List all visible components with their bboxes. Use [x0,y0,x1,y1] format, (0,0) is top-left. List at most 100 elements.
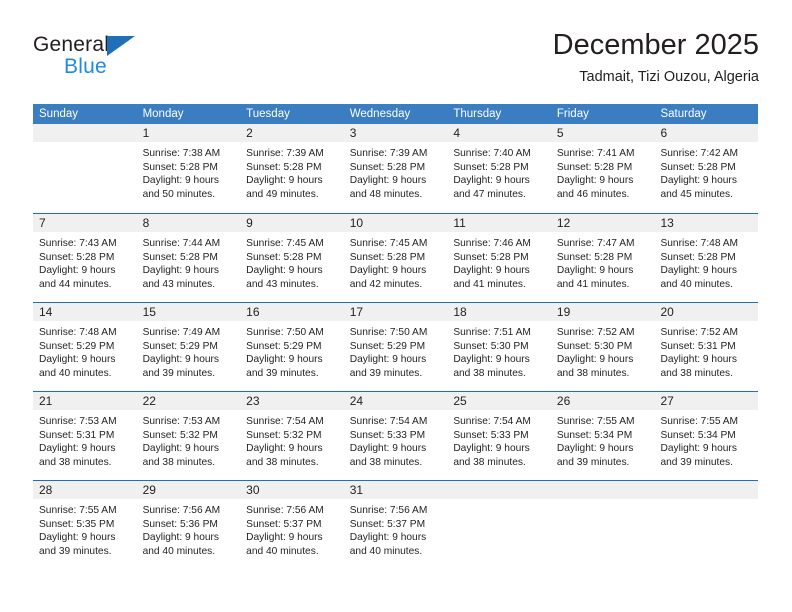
day-detail-line: Daylight: 9 hours [39,532,116,544]
day-number-band: 10 [343,214,448,232]
day-number-band: 13 [654,214,759,232]
day-cell-26[interactable]: 26 Sunrise: 7:55 AM Sunset: 5:34 PM Dayligh… [550,392,655,480]
day-detail-line: Sunrise: 7:56 AM [142,505,221,516]
day-detail-line: Sunrise: 7:55 AM [660,416,739,427]
day-cell-5[interactable]: 5 Sunrise: 7:41 AM Sunset: 5:28 PM Daylight… [550,124,655,213]
day-detail-line: Daylight: 9 hours [660,354,737,366]
day-cell-13[interactable]: 13 Sunrise: 7:48 AM Sunset: 5:28 PM Dayligh… [654,214,759,302]
day-details: Sunrise: 7:39 AM Sunset: 5:28 PM Daylight:… [344,142,448,201]
day-detail-line: Sunset: 5:30 PM [453,340,529,352]
day-number-band: 18 [447,303,551,321]
day-detail-line: and 38 minutes. [246,456,319,468]
day-number-band: 30 [240,481,344,499]
day-details: Sunrise: 7:56 AM Sunset: 5:37 PM Daylight:… [240,499,344,558]
day-detail-line: and 48 minutes. [349,188,423,200]
general-blue-logo[interactable]: General Blue [33,33,213,88]
day-number: 20 [660,305,674,319]
day-cell-24[interactable]: 24 Sunrise: 7:54 AM Sunset: 5:33 PM Dayligh… [343,392,448,480]
day-cell-14[interactable]: 14 Sunrise: 7:48 AM Sunset: 5:29 PM Dayligh… [33,303,137,391]
day-cell-12[interactable]: 12 Sunrise: 7:47 AM Sunset: 5:28 PM Dayligh… [550,214,655,302]
day-detail-line: and 42 minutes. [349,278,423,290]
day-details: Sunrise: 7:38 AM Sunset: 5:28 PM Daylight:… [137,142,241,201]
day-cell-7[interactable]: 7 Sunrise: 7:43 AM Sunset: 5:28 PM Daylight… [33,214,137,302]
day-cell-3[interactable]: 3 Sunrise: 7:39 AM Sunset: 5:28 PM Daylight… [343,124,448,213]
day-cell-21[interactable]: 21 Sunrise: 7:53 AM Sunset: 5:31 PM Dayligh… [33,392,137,480]
day-number-band: 23 [240,392,344,410]
day-number-band: 15 [136,303,241,321]
day-detail-line: Sunset: 5:34 PM [556,429,633,441]
day-detail-line: Sunrise: 7:50 AM [246,327,324,338]
day-number: 14 [39,305,53,319]
day-cell-23[interactable]: 23 Sunrise: 7:54 AM Sunset: 5:32 PM Dayligh… [240,392,344,480]
day-number: 23 [246,394,260,408]
day-number-band [654,481,759,499]
day-cell-1[interactable]: 1 Sunrise: 7:38 AM Sunset: 5:28 PM Daylight… [136,124,241,213]
day-number-band: 21 [33,392,137,410]
day-detail-line: Sunrise: 7:54 AM [246,416,324,427]
day-number-band: 22 [136,392,241,410]
day-cell-25[interactable]: 25 Sunrise: 7:54 AM Sunset: 5:33 PM Dayligh… [447,392,551,480]
day-cell-18[interactable]: 18 Sunrise: 7:51 AM Sunset: 5:30 PM Dayligh… [447,303,551,391]
day-cell-16[interactable]: 16 Sunrise: 7:50 AM Sunset: 5:29 PM Dayligh… [240,303,344,391]
day-detail-line: Daylight: 9 hours [349,532,427,544]
day-cell-30[interactable]: 30 Sunrise: 7:56 AM Sunset: 5:37 PM Dayligh… [240,481,344,569]
day-number: 31 [349,483,364,497]
day-detail-line: and 50 minutes. [142,188,216,200]
day-number-band: 31 [343,481,448,499]
day-detail-line: Daylight: 9 hours [660,443,737,455]
day-detail-line: Sunset: 5:28 PM [556,161,633,173]
calendar-week-row: 28 Sunrise: 7:55 AM Sunset: 5:35 PM Dayligh… [33,480,759,569]
day-cell-17[interactable]: 17 Sunrise: 7:50 AM Sunset: 5:29 PM Dayligh… [343,303,448,391]
day-number-band: 26 [550,392,655,410]
day-detail-line: Sunrise: 7:39 AM [349,148,428,159]
day-detail-line: Sunset: 5:28 PM [660,161,736,173]
day-details: Sunrise: 7:53 AM Sunset: 5:32 PM Daylight:… [137,410,241,469]
day-number-band: 12 [550,214,655,232]
day-cell-9[interactable]: 9 Sunrise: 7:45 AM Sunset: 5:28 PM Daylight… [240,214,344,302]
day-detail-line: and 39 minutes. [39,545,112,557]
day-number-band: 16 [240,303,344,321]
day-detail-line: Sunset: 5:30 PM [556,340,633,352]
day-detail-line: Sunset: 5:28 PM [453,161,529,173]
day-cell-22[interactable]: 22 Sunrise: 7:53 AM Sunset: 5:32 PM Dayligh… [136,392,241,480]
day-number: 9 [246,216,253,230]
day-number: 8 [142,216,150,230]
day-detail-line: and 46 minutes. [556,188,630,200]
day-cell-19[interactable]: 19 Sunrise: 7:52 AM Sunset: 5:30 PM Dayligh… [550,303,655,391]
day-details: Sunrise: 7:56 AM Sunset: 5:36 PM Daylight:… [137,499,241,558]
day-detail-line: Sunset: 5:32 PM [142,429,218,441]
day-cell-29[interactable]: 29 Sunrise: 7:56 AM Sunset: 5:36 PM Dayligh… [136,481,241,569]
day-cell-28[interactable]: 28 Sunrise: 7:55 AM Sunset: 5:35 PM Dayligh… [33,481,137,569]
day-cell-6[interactable]: 6 Sunrise: 7:42 AM Sunset: 5:28 PM Daylight… [654,124,759,213]
day-detail-line: Sunrise: 7:42 AM [660,148,739,159]
day-cell-15[interactable]: 15 Sunrise: 7:49 AM Sunset: 5:29 PM Dayligh… [136,303,241,391]
day-cell-10[interactable]: 10 Sunrise: 7:45 AM Sunset: 5:28 PM Dayligh… [343,214,448,302]
day-detail-line: Sunset: 5:36 PM [142,518,218,530]
day-number-band: 4 [447,124,551,142]
day-details: Sunrise: 7:45 AM Sunset: 5:28 PM Daylight:… [344,232,448,291]
day-cell-27[interactable]: 27 Sunrise: 7:55 AM Sunset: 5:34 PM Dayligh… [654,392,759,480]
day-cell-empty [33,124,137,213]
day-cell-11[interactable]: 11 Sunrise: 7:46 AM Sunset: 5:28 PM Dayligh… [447,214,551,302]
day-detail-line: and 39 minutes. [660,456,733,468]
calendar-week-row: 7 Sunrise: 7:43 AM Sunset: 5:28 PM Daylight… [33,213,759,302]
day-cell-4[interactable]: 4 Sunrise: 7:40 AM Sunset: 5:28 PM Daylight… [447,124,551,213]
day-cell-2[interactable]: 2 Sunrise: 7:39 AM Sunset: 5:28 PM Daylight… [240,124,344,213]
day-number: 28 [39,483,53,497]
day-cell-31[interactable]: 31 Sunrise: 7:56 AM Sunset: 5:37 PM Dayligh… [343,481,448,569]
day-cell-20[interactable]: 20 Sunrise: 7:52 AM Sunset: 5:31 PM Dayligh… [654,303,759,391]
day-details: Sunrise: 7:55 AM Sunset: 5:35 PM Daylight:… [33,499,137,558]
day-cell-8[interactable]: 8 Sunrise: 7:44 AM Sunset: 5:28 PM Daylight… [136,214,241,302]
day-detail-line: Sunrise: 7:50 AM [349,327,428,338]
day-details: Sunrise: 7:54 AM Sunset: 5:33 PM Daylight:… [344,410,448,469]
day-number-band: 19 [550,303,655,321]
weekday-header-friday: Friday [556,108,589,120]
title-block: December 2025 Tadmait, Tizi Ouzou, Alger… [553,28,759,86]
day-details: Sunrise: 7:52 AM Sunset: 5:31 PM Daylight:… [654,321,758,380]
day-detail-line: Sunset: 5:33 PM [349,429,426,441]
day-details: Sunrise: 7:54 AM Sunset: 5:33 PM Daylight:… [447,410,551,469]
day-detail-line: Sunrise: 7:51 AM [453,327,531,338]
day-detail-line: Daylight: 9 hours [246,175,323,187]
day-number: 19 [556,305,571,319]
day-detail-line: and 43 minutes. [246,278,319,290]
